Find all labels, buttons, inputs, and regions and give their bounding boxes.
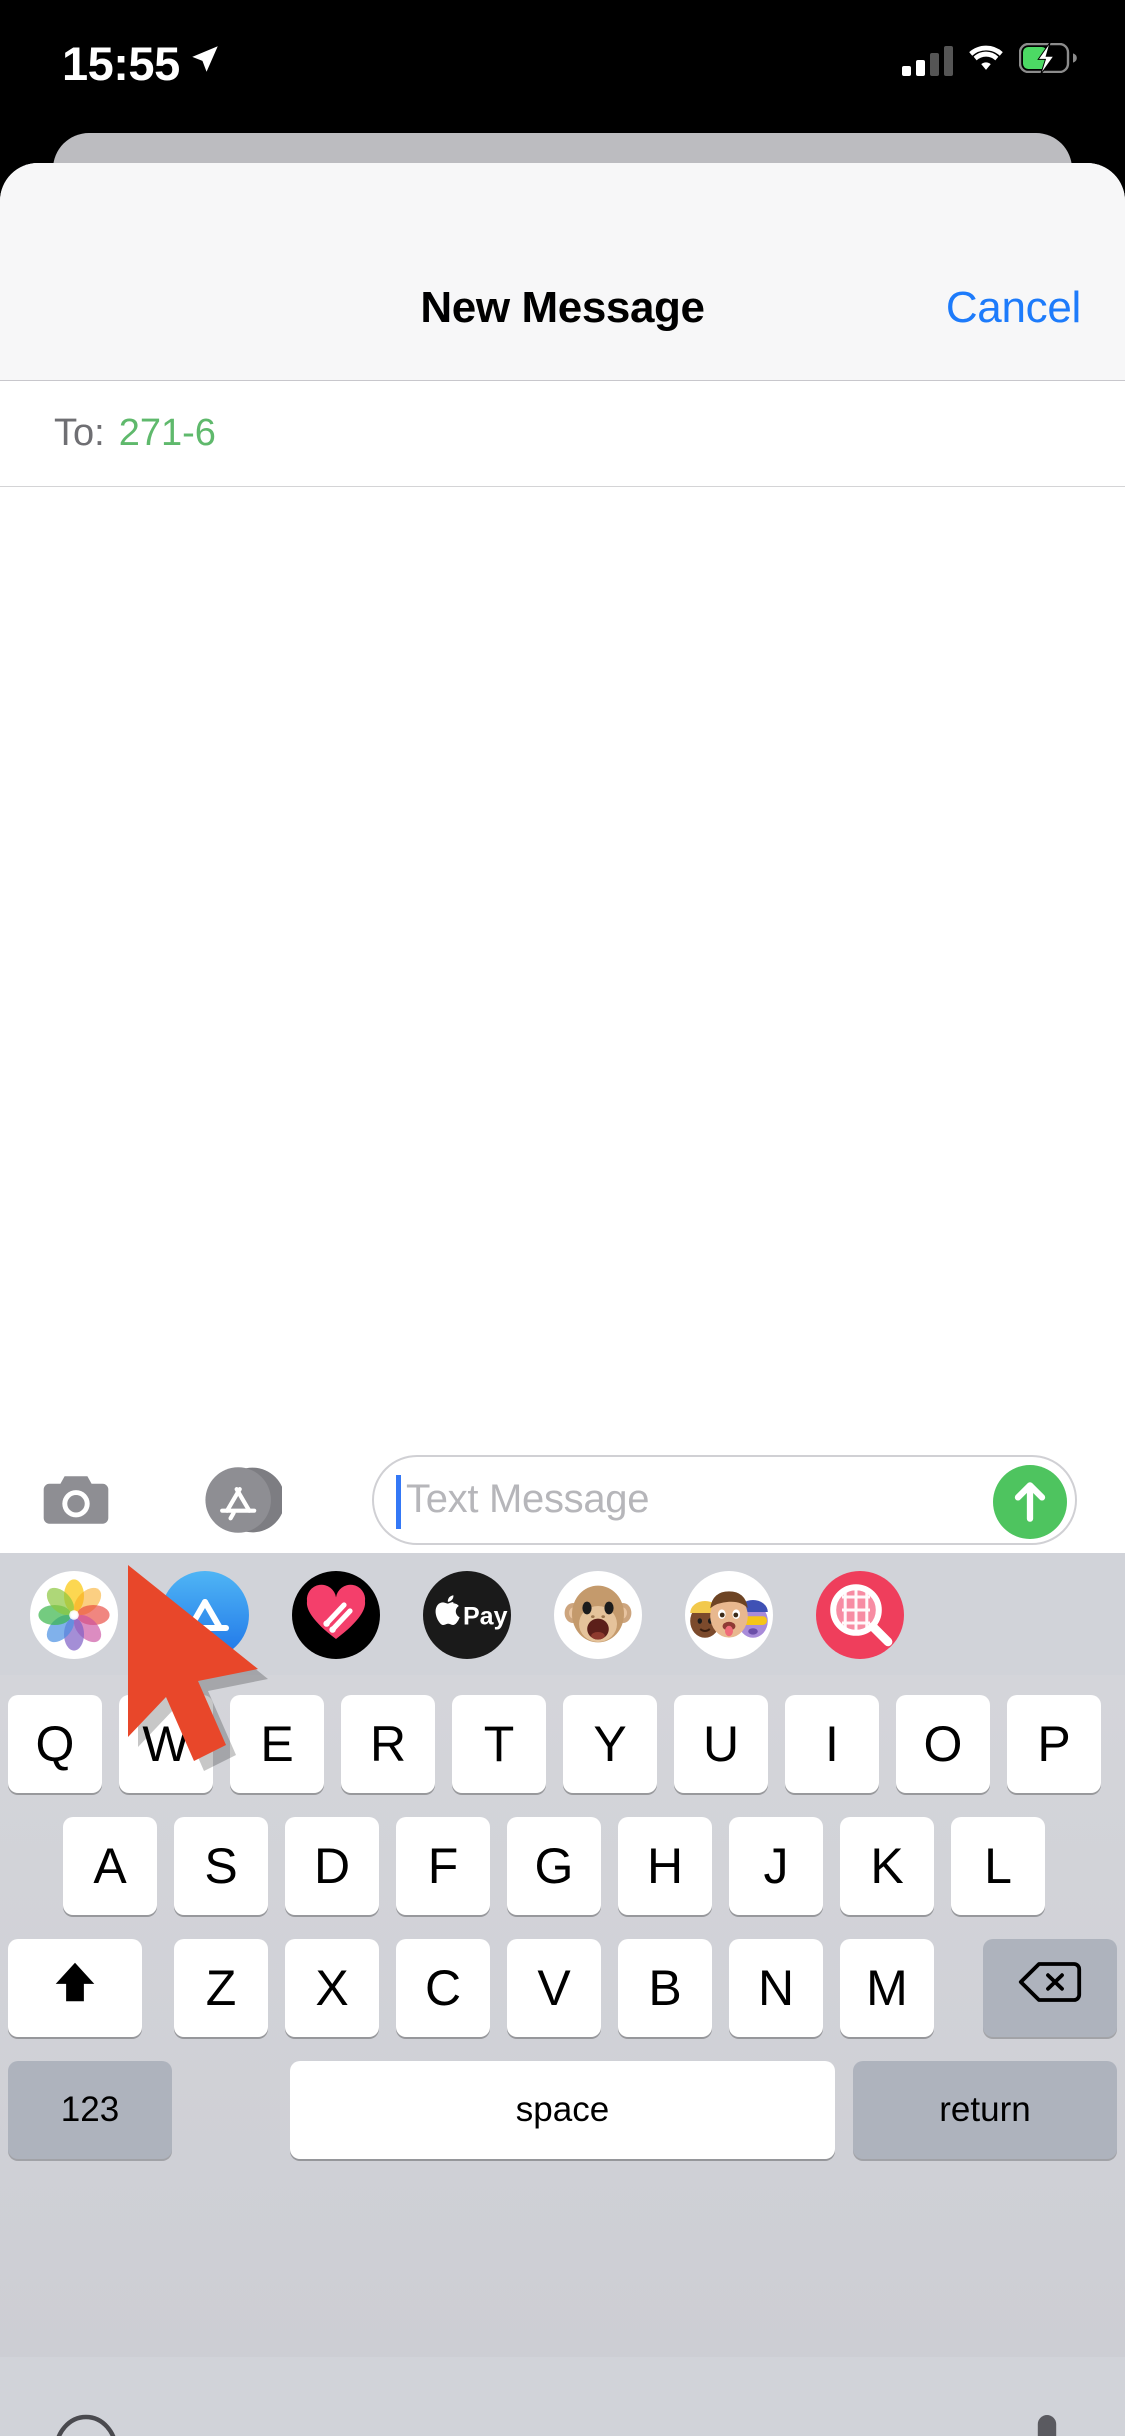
key-r[interactable]: R xyxy=(341,1695,435,1793)
key-z[interactable]: Z xyxy=(174,1939,268,2037)
key-j[interactable]: J xyxy=(729,1817,823,1915)
key-c[interactable]: C xyxy=(396,1939,490,2037)
keyboard: Q W E R T Y U I O P A S D F G H J K L Z … xyxy=(0,1675,1125,2357)
app-icon-apple-pay[interactable]: Pay xyxy=(423,1571,511,1659)
key-m[interactable]: M xyxy=(840,1939,934,2037)
key-u[interactable]: U xyxy=(674,1695,768,1793)
cancel-button[interactable]: Cancel xyxy=(946,283,1081,333)
wifi-icon xyxy=(967,43,1005,78)
key-v[interactable]: V xyxy=(507,1939,601,2037)
key-p[interactable]: P xyxy=(1007,1695,1101,1793)
iphone-screen: 15:55 New Message Cancel To: 271-6 Text … xyxy=(0,0,1125,2436)
location-arrow-icon xyxy=(188,42,222,81)
status-bar: 15:55 xyxy=(0,0,1125,133)
app-icon-digital-touch[interactable] xyxy=(292,1571,380,1659)
key-o[interactable]: O xyxy=(896,1695,990,1793)
numeric-key[interactable]: 123 xyxy=(8,2061,172,2159)
app-icon-images-search[interactable] xyxy=(816,1571,904,1659)
app-icon-photos[interactable] xyxy=(30,1571,118,1659)
shift-arrow-up-icon xyxy=(48,1955,102,2021)
key-x[interactable]: X xyxy=(285,1939,379,2037)
app-icon-memoji-stickers[interactable] xyxy=(685,1571,773,1659)
key-y[interactable]: Y xyxy=(563,1695,657,1793)
to-label: To: xyxy=(54,412,105,454)
key-s[interactable]: S xyxy=(174,1817,268,1915)
space-key[interactable]: space xyxy=(290,2061,835,2159)
message-input-toolbar: Text Message xyxy=(0,1447,1125,1553)
key-e[interactable]: E xyxy=(230,1695,324,1793)
status-bar-indicators xyxy=(902,41,1077,78)
key-q[interactable]: Q xyxy=(8,1695,102,1793)
key-a[interactable]: A xyxy=(63,1817,157,1915)
key-b[interactable]: B xyxy=(618,1939,712,2037)
key-g[interactable]: G xyxy=(507,1817,601,1915)
key-d[interactable]: D xyxy=(285,1817,379,1915)
key-l[interactable]: L xyxy=(951,1817,1045,1915)
key-h[interactable]: H xyxy=(618,1817,712,1915)
recipient-value[interactable]: 271-6 xyxy=(119,412,216,455)
backspace-key[interactable] xyxy=(983,1939,1117,2037)
new-message-sheet: New Message Cancel To: 271-6 Text Messag… xyxy=(0,163,1125,2436)
text-cursor xyxy=(396,1475,401,1529)
battery-charging-icon xyxy=(1018,41,1077,78)
key-t[interactable]: T xyxy=(452,1695,546,1793)
cellular-signal-icon xyxy=(902,45,953,76)
backspace-delete-icon xyxy=(1018,1958,1082,2018)
shift-key[interactable] xyxy=(8,1939,142,2037)
camera-icon[interactable] xyxy=(38,1461,114,1537)
key-f[interactable]: F xyxy=(396,1817,490,1915)
app-icon-app-store[interactable] xyxy=(161,1571,249,1659)
status-bar-time: 15:55 xyxy=(62,37,180,90)
key-k[interactable]: K xyxy=(840,1817,934,1915)
key-w[interactable]: W xyxy=(119,1695,213,1793)
send-button[interactable] xyxy=(993,1465,1067,1539)
conversation-area xyxy=(0,487,1125,1447)
keyboard-bottom-bar xyxy=(0,2357,1125,2436)
navigation-bar: New Message Cancel xyxy=(0,163,1125,381)
key-n[interactable]: N xyxy=(729,1939,823,2037)
recipient-field-row[interactable]: To: 271-6 xyxy=(0,381,1125,487)
imessage-app-drawer: Pay xyxy=(0,1553,1125,1675)
key-i[interactable]: I xyxy=(785,1695,879,1793)
microphone-icon[interactable] xyxy=(1017,2409,1077,2436)
return-key[interactable]: return xyxy=(853,2061,1117,2159)
app-icon-animoji[interactable] xyxy=(554,1571,642,1659)
emoji-smiley-icon[interactable] xyxy=(48,2413,124,2436)
message-input-field[interactable]: Text Message xyxy=(372,1455,1077,1545)
message-placeholder: Text Message xyxy=(406,1477,650,1521)
app-store-icon[interactable] xyxy=(202,1461,285,1539)
svg-text:Pay: Pay xyxy=(463,1603,508,1631)
